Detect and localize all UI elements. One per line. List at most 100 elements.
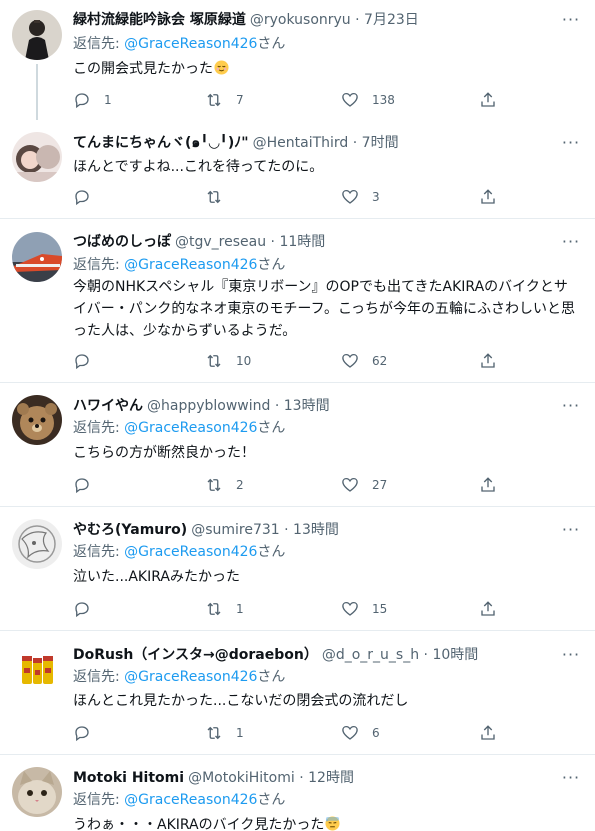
more-options-icon[interactable]: ···: [561, 10, 581, 30]
avatar[interactable]: [12, 644, 62, 694]
like-button[interactable]: 3: [341, 187, 380, 207]
more-options-icon[interactable]: ···: [561, 768, 581, 788]
tweet-header: 緑村流緑能吟詠会 塚原緑道 @ryokusonryu · 7月23日: [73, 10, 555, 30]
retweet-button[interactable]: 7: [205, 90, 244, 110]
timestamp[interactable]: 10時間: [432, 647, 478, 663]
retweet-button[interactable]: 1: [205, 599, 244, 619]
user-handle[interactable]: @ryokusonryu: [250, 12, 351, 28]
display-name[interactable]: つばめのしっぽ: [73, 234, 171, 250]
display-name[interactable]: やむろ(Yamuro): [73, 522, 187, 538]
retweet-button[interactable]: 1: [205, 723, 244, 743]
reply-icon: [75, 93, 89, 109]
reply-suffix: さん: [257, 420, 286, 436]
reply-prefix: 返信先:: [73, 420, 125, 436]
like-button[interactable]: 27: [341, 475, 387, 495]
more-options-icon[interactable]: ···: [561, 133, 581, 153]
display-name[interactable]: ハワイやん: [73, 398, 143, 414]
reply-button[interactable]: [73, 599, 104, 619]
tweet-text: うわぁ・・・AKIRAのバイク見たかった: [73, 814, 578, 831]
like-count: 6: [372, 726, 380, 740]
reply-button[interactable]: [73, 723, 104, 743]
like-button[interactable]: 6: [341, 723, 380, 743]
retweet-icon: [207, 726, 221, 740]
timestamp[interactable]: 13時間: [284, 398, 330, 414]
reply-mention-link[interactable]: @GraceReason426: [124, 257, 257, 273]
timestamp[interactable]: 13時間: [293, 522, 339, 538]
user-handle[interactable]: @sumire731: [191, 522, 279, 538]
share-button[interactable]: [479, 90, 510, 110]
share-icon: [481, 725, 495, 740]
reply-button[interactable]: [73, 475, 104, 495]
like-count: 27: [372, 478, 388, 492]
reply-prefix: 返信先:: [73, 36, 125, 52]
tweet[interactable]: てんまにちゃんヾ(๑╹◡╹)ﾉ" @HentaiThird · 7时間 ··· ほ…: [0, 120, 595, 218]
tweet-text: ほんとこれ見たかった...こないだの閉会式の流れだし: [73, 690, 578, 712]
user-handle[interactable]: @d_o_r_u_s_h: [322, 647, 419, 663]
retweet-button[interactable]: [205, 187, 236, 207]
share-icon: [481, 189, 495, 204]
reply-icon: [75, 602, 89, 618]
downcast-sweat-face-emoji: [325, 816, 340, 831]
share-button[interactable]: [479, 475, 510, 495]
share-button[interactable]: [479, 351, 510, 371]
retweet-button[interactable]: 2: [205, 475, 244, 495]
tweet-header: DoRush（インスタ→@doraebon） @d_o_r_u_s_h · 10時…: [73, 645, 555, 665]
avatar[interactable]: [12, 767, 62, 817]
display-name[interactable]: Motoki Hitomi: [73, 770, 184, 786]
tweet[interactable]: ハワイやん @happyblowwind · 13時間 ··· 返信先: @Gra…: [0, 383, 595, 506]
reply-button[interactable]: 1: [73, 90, 112, 110]
more-options-icon[interactable]: ···: [561, 645, 581, 665]
separator-dot: ·: [270, 234, 275, 250]
tweet[interactable]: やむろ(Yamuro) @sumire731 · 13時間 ··· 返信先: @G…: [0, 507, 595, 630]
retweet-button[interactable]: 10: [205, 351, 251, 371]
reply-mention-link[interactable]: @GraceReason426: [124, 420, 257, 436]
replying-to: 返信先: @GraceReason426さん: [73, 255, 285, 275]
avatar[interactable]: [12, 132, 62, 182]
user-handle[interactable]: @happyblowwind: [147, 398, 270, 414]
user-handle[interactable]: @tgv_reseau: [175, 234, 266, 250]
more-options-icon[interactable]: ···: [561, 232, 581, 252]
tweet[interactable]: つばめのしっぽ @tgv_reseau · 11時間 ··· 返信先: @Grac…: [0, 219, 595, 382]
avatar[interactable]: [12, 519, 62, 569]
reply-mention-link[interactable]: @GraceReason426: [124, 544, 257, 560]
reply-button[interactable]: [73, 187, 104, 207]
reply-mention-link[interactable]: @GraceReason426: [124, 792, 257, 808]
avatar[interactable]: [12, 395, 62, 445]
like-button[interactable]: 62: [341, 351, 387, 371]
reply-suffix: さん: [257, 544, 286, 560]
replying-to: 返信先: @GraceReason426さん: [73, 542, 285, 562]
tweet[interactable]: 緑村流緑能吟詠会 塚原緑道 @ryokusonryu · 7月23日 ··· 返信…: [0, 0, 595, 120]
reply-button[interactable]: [73, 351, 104, 371]
more-options-icon[interactable]: ···: [561, 520, 581, 540]
user-handle[interactable]: @MotokiHitomi: [188, 770, 295, 786]
timestamp[interactable]: 11時間: [279, 234, 325, 250]
retweet-icon: [207, 478, 221, 492]
share-button[interactable]: [479, 723, 510, 743]
display-name[interactable]: DoRush（インスタ→@doraebon）: [73, 647, 318, 663]
timestamp[interactable]: 7时間: [362, 135, 399, 151]
separator-dot: ·: [299, 770, 304, 786]
reply-mention-link[interactable]: @GraceReason426: [124, 36, 257, 52]
tweet-text: ほんとですよね...これを待ってたのに。: [73, 156, 578, 178]
retweet-icon: [207, 93, 221, 107]
display-name[interactable]: てんまにちゃんヾ(๑╹◡╹)ﾉ": [73, 135, 249, 151]
reply-icon: [75, 190, 89, 206]
timestamp[interactable]: 12時間: [308, 770, 354, 786]
avatar[interactable]: [12, 232, 62, 282]
separator-dot: ·: [355, 12, 360, 28]
tweet-text-body: 泣いた...AKIRAみたかった: [73, 569, 240, 585]
retweet-count: 7: [236, 93, 244, 107]
share-button[interactable]: [479, 599, 510, 619]
like-button[interactable]: 138: [341, 90, 395, 110]
user-handle[interactable]: @HentaiThird: [253, 135, 349, 151]
like-button[interactable]: 15: [341, 599, 387, 619]
tweet[interactable]: DoRush（インスタ→@doraebon） @d_o_r_u_s_h · 10時…: [0, 631, 595, 754]
share-button[interactable]: [479, 187, 510, 207]
more-options-icon[interactable]: ···: [561, 396, 581, 416]
tweet[interactable]: Motoki Hitomi @MotokiHitomi · 12時間 ··· 返信…: [0, 755, 595, 831]
reply-mention-link[interactable]: @GraceReason426: [124, 669, 257, 685]
display-name[interactable]: 緑村流緑能吟詠会 塚原緑道: [73, 12, 246, 28]
tweet-actions: 1 15: [73, 599, 503, 619]
timestamp[interactable]: 7月23日: [364, 12, 419, 28]
avatar[interactable]: [12, 10, 62, 60]
